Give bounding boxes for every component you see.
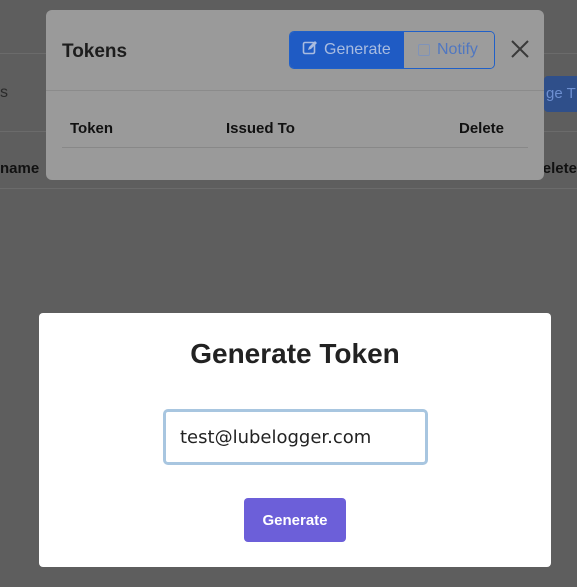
generate-button[interactable]: Generate (290, 32, 404, 68)
checkbox-icon (418, 44, 430, 56)
background-tab-fragment: s (0, 84, 8, 101)
divider (46, 90, 544, 91)
generate-token-dialog: Generate Token Generate (39, 313, 551, 567)
dialog-title: Generate Token (190, 338, 400, 369)
generate-button-label: Generate (324, 41, 391, 58)
column-header-issued-to: Issued To (226, 120, 295, 137)
notify-toggle[interactable]: Notify (404, 32, 494, 68)
background-manage-button: ge T (544, 76, 577, 112)
tokens-modal-title: Tokens (62, 41, 128, 62)
notify-label: Notify (437, 41, 478, 58)
edit-icon (302, 40, 318, 61)
divider (0, 188, 577, 189)
email-input[interactable] (163, 409, 428, 465)
background-column-header: elete (542, 160, 577, 177)
tokens-action-group: Generate Notify (289, 31, 495, 69)
column-header-delete: Delete (459, 120, 505, 137)
close-icon[interactable] (509, 38, 531, 60)
background-column-header: name (0, 160, 40, 177)
tokens-modal: Tokens Generate Notify Token Issued To D… (46, 10, 544, 180)
column-header-token: Token (70, 120, 114, 137)
tokens-modal-header: Tokens Generate Notify (46, 10, 544, 91)
generate-submit-button[interactable]: Generate (244, 498, 346, 542)
table-divider (62, 147, 528, 148)
